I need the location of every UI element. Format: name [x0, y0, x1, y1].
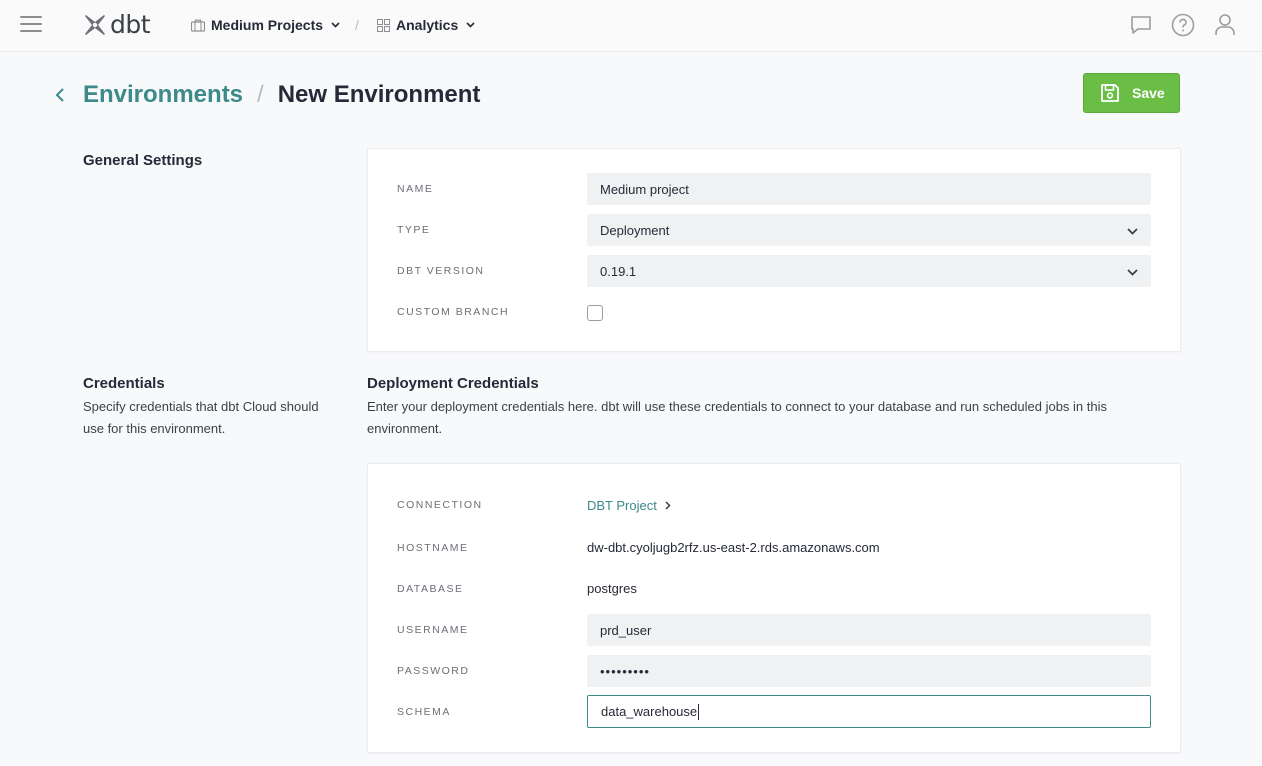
- page-header: Environments / New Environment: [55, 78, 480, 112]
- grid-icon: [377, 18, 390, 32]
- schema-input[interactable]: data_warehouse: [587, 695, 1151, 728]
- name-label: NAME: [397, 183, 434, 195]
- chat-icon[interactable]: [1128, 12, 1154, 38]
- chevron-down-icon: [466, 22, 475, 28]
- hostname-value: dw-dbt.cyoljugb2rfz.us-east-2.rds.amazon…: [587, 540, 880, 555]
- logo-text: dbt: [110, 10, 151, 39]
- chevron-right-icon: [665, 501, 671, 510]
- environments-link[interactable]: Environments: [83, 81, 243, 109]
- header-separator: /: [257, 81, 264, 108]
- name-input[interactable]: Medium project: [587, 173, 1151, 205]
- dbt-version-value: 0.19.1: [600, 263, 637, 279]
- username-label: USERNAME: [397, 624, 469, 636]
- connection-link[interactable]: DBT Project: [587, 498, 671, 513]
- general-settings-card: NAME Medium project TYPE Deployment DBT …: [367, 148, 1181, 352]
- briefcase-icon: [191, 19, 205, 32]
- connection-value: DBT Project: [587, 498, 657, 513]
- dbt-logo[interactable]: dbt: [83, 10, 151, 39]
- type-value: Deployment: [600, 222, 670, 238]
- account-label: Medium Projects: [211, 17, 324, 33]
- database-value: postgres: [587, 581, 637, 596]
- project-selector[interactable]: Analytics: [377, 17, 475, 33]
- page-title: New Environment: [277, 81, 481, 108]
- custom-branch-checkbox[interactable]: [587, 305, 603, 321]
- password-input[interactable]: •••••••••: [587, 655, 1151, 687]
- project-label: Analytics: [396, 17, 459, 33]
- general-settings-title: General Settings: [83, 152, 203, 169]
- help-icon[interactable]: [1170, 12, 1196, 38]
- type-label: TYPE: [397, 224, 431, 236]
- topbar-separator: /: [355, 17, 359, 33]
- schema-value: data_warehouse: [601, 704, 698, 719]
- dbt-version-select[interactable]: 0.19.1: [587, 255, 1151, 287]
- password-label: PASSWORD: [397, 665, 470, 677]
- hamburger-icon[interactable]: [20, 16, 42, 34]
- save-label: Save: [1132, 85, 1165, 101]
- credentials-description: Specify credentials that dbt Cloud shoul…: [83, 399, 319, 436]
- custom-branch-label: CUSTOM BRANCH: [397, 306, 510, 318]
- hostname-label: HOSTNAME: [397, 542, 469, 554]
- database-label: DATABASE: [397, 583, 464, 595]
- username-input[interactable]: prd_user: [587, 614, 1151, 646]
- dbt-version-label: DBT VERSION: [397, 265, 485, 277]
- save-disk-icon: [1101, 84, 1119, 102]
- deployment-credentials-card: CONNECTION DBT Project HOSTNAME dw-dbt.c…: [367, 463, 1181, 753]
- schema-label: SCHEMA: [397, 706, 451, 718]
- deployment-credentials-title: Deployment Credentials: [367, 375, 539, 392]
- dbt-logo-icon: [85, 15, 105, 35]
- deployment-credentials-description: Enter your deployment credentials here. …: [367, 399, 1107, 436]
- save-button[interactable]: Save: [1083, 73, 1180, 113]
- chevron-down-icon: [1127, 223, 1138, 238]
- connection-label: CONNECTION: [397, 499, 483, 511]
- type-select[interactable]: Deployment: [587, 214, 1151, 246]
- account-selector[interactable]: Medium Projects: [191, 17, 340, 33]
- chevron-down-icon: [331, 22, 340, 28]
- back-chevron-icon[interactable]: [55, 87, 69, 103]
- text-cursor: [698, 703, 700, 720]
- top-bar: dbt Medium Projects / Analytics: [0, 0, 1262, 52]
- credentials-title: Credentials: [83, 375, 165, 392]
- user-icon[interactable]: [1212, 12, 1238, 38]
- chevron-down-icon: [1127, 264, 1138, 279]
